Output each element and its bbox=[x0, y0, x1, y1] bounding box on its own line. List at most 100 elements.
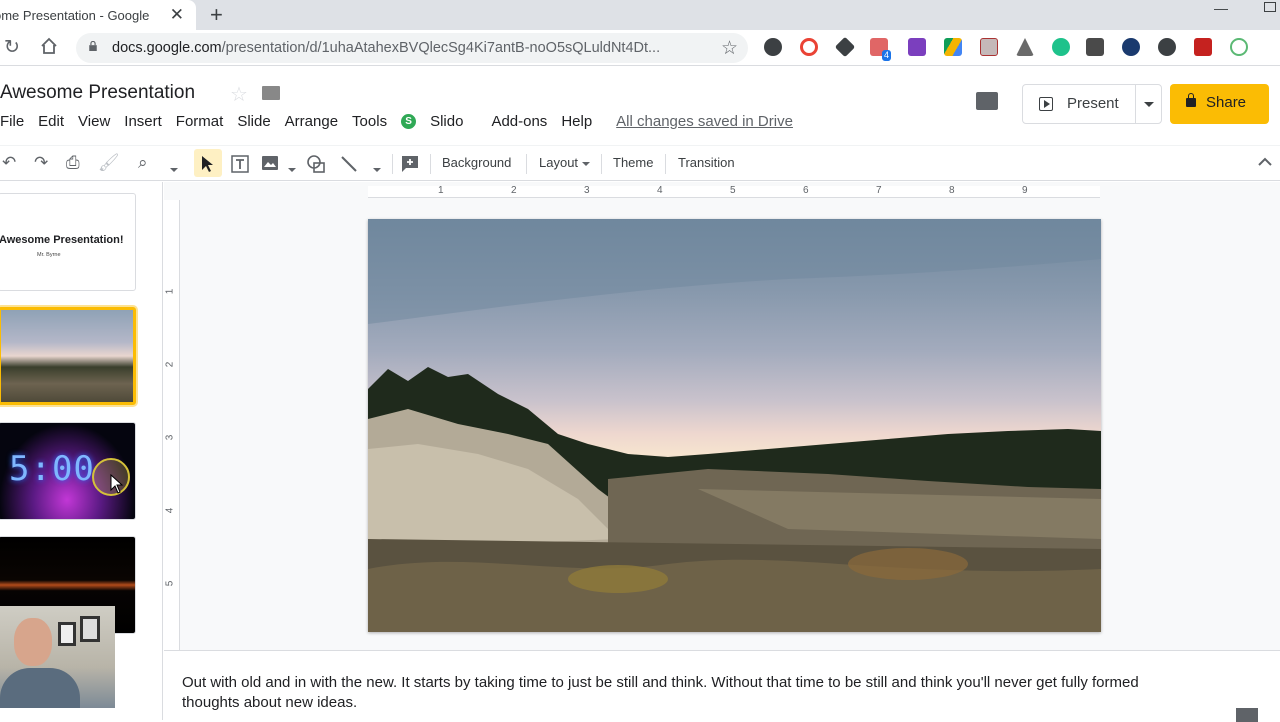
present-label: Present bbox=[1067, 95, 1119, 112]
maximize-window-icon[interactable] bbox=[1264, 2, 1276, 12]
close-tab-icon[interactable]: ✕ bbox=[170, 6, 184, 23]
menu-arrange[interactable]: Arrange bbox=[285, 113, 338, 130]
print-icon[interactable]: ⎙ bbox=[66, 154, 80, 172]
ruler-label: 9 bbox=[1022, 185, 1028, 196]
browser-tab-strip: ome Presentation - Google ✕ + — bbox=[0, 0, 1280, 30]
extension-book-icon[interactable] bbox=[1194, 38, 1212, 56]
tab-title: ome Presentation - Google bbox=[0, 7, 150, 23]
menu-tools[interactable]: Tools bbox=[352, 113, 387, 130]
image-icon[interactable] bbox=[261, 155, 279, 171]
browser-tab[interactable]: ome Presentation - Google ✕ bbox=[0, 0, 196, 30]
ruler-label: 1 bbox=[164, 288, 176, 295]
document-title[interactable]: Awesome Presentation bbox=[0, 82, 195, 104]
bookmark-star-icon[interactable]: ☆ bbox=[721, 37, 738, 60]
extension-rocket-icon[interactable] bbox=[834, 36, 856, 58]
ruler-label: 4 bbox=[657, 185, 663, 196]
toolbar-divider bbox=[392, 154, 393, 174]
toolbar-divider bbox=[430, 154, 431, 174]
layout-button[interactable]: Layout bbox=[539, 155, 591, 170]
undo-icon[interactable]: ↶ bbox=[2, 154, 16, 172]
zoom-icon[interactable]: ⌕ bbox=[138, 154, 148, 172]
comment-history-icon[interactable] bbox=[976, 92, 998, 110]
share-button[interactable]: Share bbox=[1170, 84, 1269, 124]
shape-icon[interactable] bbox=[306, 154, 326, 174]
extension-lightbulb-icon[interactable] bbox=[764, 38, 782, 56]
menu-bar: File Edit View Insert Format Slide Arran… bbox=[0, 113, 807, 130]
presenter-shirt bbox=[0, 668, 80, 708]
timer-text: 5:00 bbox=[9, 449, 95, 489]
menu-help[interactable]: Help bbox=[561, 113, 592, 130]
ruler-label: 4 bbox=[164, 507, 176, 514]
theme-button[interactable]: Theme bbox=[613, 155, 653, 170]
present-play-icon bbox=[1039, 97, 1053, 111]
share-label: Share bbox=[1206, 94, 1247, 111]
zoom-dropdown-icon[interactable] bbox=[166, 160, 178, 178]
reload-icon[interactable]: ↻ bbox=[4, 36, 20, 59]
collapse-menus-chevron-up-icon[interactable] bbox=[1258, 157, 1272, 167]
star-document-icon[interactable]: ☆ bbox=[230, 82, 248, 107]
line-icon[interactable] bbox=[340, 155, 358, 173]
vertical-ruler[interactable]: 1 2 3 4 5 bbox=[164, 200, 180, 650]
mouse-pointer-icon bbox=[110, 474, 124, 494]
current-slide[interactable] bbox=[368, 219, 1101, 632]
horizontal-ruler[interactable]: 1 2 3 4 5 6 7 8 9 bbox=[368, 185, 1100, 198]
image-dropdown-icon[interactable] bbox=[284, 160, 296, 178]
extension-swirl-icon[interactable] bbox=[800, 38, 818, 56]
extension-eye-icon[interactable] bbox=[1122, 38, 1140, 56]
browser-nav-row: ↻ docs.google.com/presentation/d/1uhaAta… bbox=[0, 30, 1280, 66]
slido-icon: S bbox=[401, 114, 417, 129]
minimize-window-icon[interactable]: — bbox=[1214, 0, 1228, 16]
present-divider bbox=[1135, 85, 1136, 123]
ruler-label: 7 bbox=[876, 185, 882, 196]
ruler-label: 2 bbox=[164, 361, 176, 368]
ruler-label: 8 bbox=[949, 185, 955, 196]
ruler-label: 3 bbox=[584, 185, 590, 196]
new-comment-icon[interactable] bbox=[400, 154, 420, 174]
menu-format[interactable]: Format bbox=[176, 113, 224, 130]
speaker-notes-text[interactable]: Out with old and in with the new. It sta… bbox=[182, 673, 1162, 713]
menu-file[interactable]: File bbox=[0, 113, 24, 130]
home-icon[interactable] bbox=[40, 37, 58, 55]
select-cursor-icon[interactable] bbox=[201, 155, 215, 173]
landscape-thumbnail-image bbox=[1, 310, 133, 402]
thumbnail-subtitle: Mr. Byrne bbox=[37, 252, 61, 258]
transition-button[interactable]: Transition bbox=[678, 155, 735, 170]
extension-onenote-icon[interactable] bbox=[908, 38, 926, 56]
menu-edit[interactable]: Edit bbox=[38, 113, 64, 130]
background-button[interactable]: Background bbox=[442, 155, 511, 170]
text-box-icon[interactable] bbox=[230, 154, 250, 174]
line-dropdown-icon[interactable] bbox=[369, 160, 381, 178]
save-status-link[interactable]: All changes saved in Drive bbox=[616, 113, 793, 130]
slide-thumbnail-2[interactable] bbox=[0, 307, 136, 405]
menu-slido[interactable]: S Slido bbox=[401, 113, 477, 130]
lock-icon bbox=[89, 41, 97, 51]
share-lock-icon bbox=[1186, 93, 1196, 107]
toolbar-divider bbox=[665, 154, 666, 174]
url-text: docs.google.com/presentation/d/1uhaAtahe… bbox=[112, 40, 661, 56]
present-options-dropdown-icon[interactable] bbox=[1144, 102, 1154, 107]
webcam-overlay bbox=[0, 606, 115, 708]
toolbar-divider bbox=[526, 154, 527, 174]
new-tab-icon[interactable]: + bbox=[210, 2, 223, 28]
extension-drive-icon[interactable] bbox=[944, 38, 962, 56]
extension-s-icon[interactable] bbox=[1158, 38, 1176, 56]
address-bar[interactable]: docs.google.com/presentation/d/1uhaAtahe… bbox=[76, 33, 748, 63]
extension-ec-icon[interactable] bbox=[1086, 38, 1104, 56]
extension-pdf-icon[interactable] bbox=[980, 38, 998, 56]
slide-thumbnail-1[interactable]: Awesome Presentation! Mr. Byrne bbox=[0, 193, 136, 291]
paint-format-icon[interactable]: 🖌 bbox=[98, 154, 120, 172]
presenter-face bbox=[14, 618, 52, 666]
extension-minus-icon[interactable] bbox=[1230, 38, 1248, 56]
redo-icon[interactable]: ↷ bbox=[34, 154, 48, 172]
menu-view[interactable]: View bbox=[78, 113, 110, 130]
menu-addons[interactable]: Add-ons bbox=[491, 113, 547, 130]
speaker-notes-panel[interactable]: Out with old and in with the new. It sta… bbox=[164, 650, 1280, 720]
menu-slide[interactable]: Slide bbox=[237, 113, 270, 130]
extension-triangle-icon[interactable] bbox=[1016, 38, 1034, 56]
present-button[interactable]: Present bbox=[1022, 84, 1162, 124]
ruler-label: 3 bbox=[164, 434, 176, 441]
menu-insert[interactable]: Insert bbox=[124, 113, 162, 130]
move-folder-icon[interactable] bbox=[262, 86, 280, 100]
ruler-label: 1 bbox=[438, 185, 444, 196]
extension-green-circle-icon[interactable] bbox=[1052, 38, 1070, 56]
